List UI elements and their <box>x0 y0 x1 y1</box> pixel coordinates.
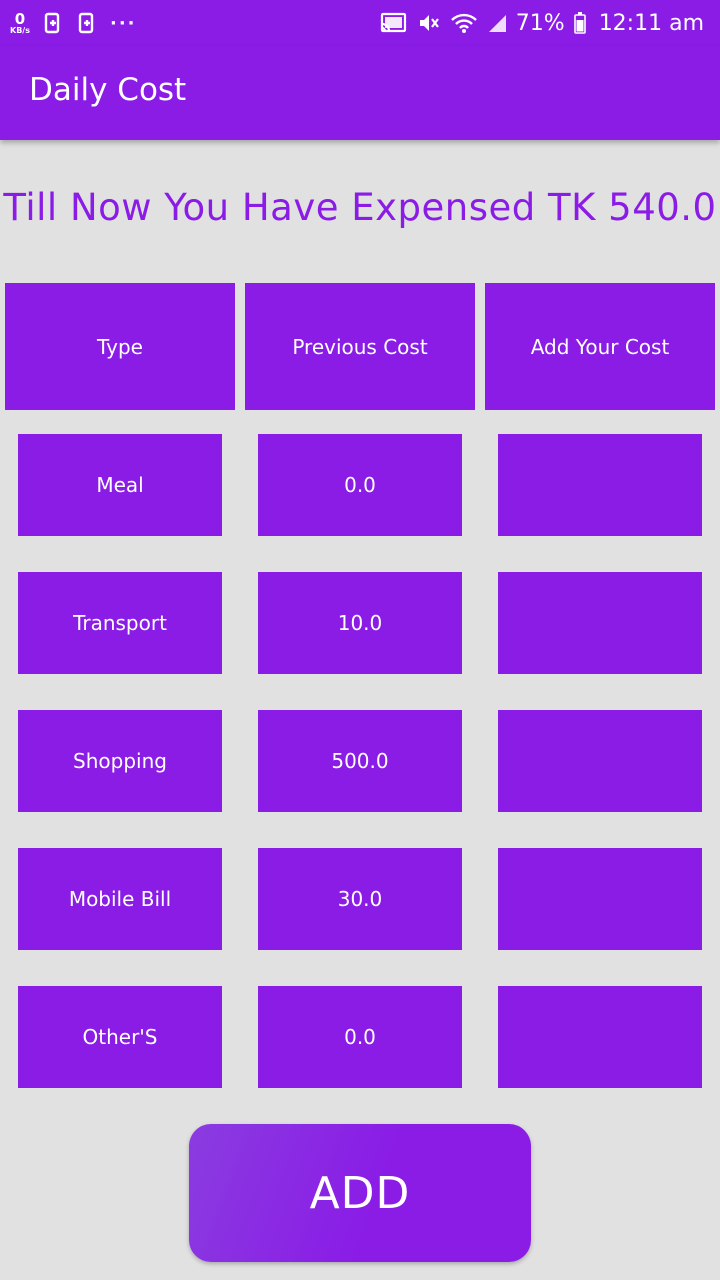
type-label-transport: Transport <box>18 572 222 674</box>
type-label-others: Other'S <box>18 986 222 1088</box>
add-cost-cell-meal <box>498 433 702 537</box>
previous-cost-meal: 0.0 <box>258 434 462 536</box>
more-notifications-icon: ··· <box>109 12 137 34</box>
battery-icon <box>573 12 587 34</box>
app-notification-icon <box>76 12 98 34</box>
header-add-your-cost: Add Your Cost <box>485 283 715 410</box>
add-button[interactable]: ADD <box>189 1124 531 1262</box>
wifi-icon <box>450 12 478 34</box>
add-cost-cell-others <box>498 985 702 1089</box>
type-label-meal: Meal <box>18 434 222 536</box>
add-cost-cell-mobile-bill <box>498 847 702 951</box>
status-bar: 0 KB/s ··· 71% 12:11 am <box>0 0 720 46</box>
add-cost-input-others[interactable] <box>498 985 702 1089</box>
status-bar-left: 0 KB/s ··· <box>10 6 137 40</box>
network-speed-value: 0 <box>14 9 26 28</box>
signal-icon <box>486 12 508 34</box>
app-notification-icon <box>42 12 64 34</box>
add-cost-input-mobile-bill[interactable] <box>498 847 702 951</box>
total-expense-headline: Till Now You Have Expensed TK 540.0 <box>3 186 717 229</box>
app-bar: Daily Cost <box>0 46 720 140</box>
app-title: Daily Cost <box>29 72 187 108</box>
add-cost-cell-shopping <box>498 709 702 813</box>
network-speed: 0 KB/s <box>10 9 30 35</box>
add-cost-input-transport[interactable] <box>498 571 702 675</box>
network-speed-unit: KB/s <box>10 25 30 35</box>
mute-icon <box>416 12 442 34</box>
type-label-shopping: Shopping <box>18 710 222 812</box>
add-cost-input-meal[interactable] <box>498 433 702 537</box>
status-bar-right: 71% 12:11 am <box>378 6 704 40</box>
add-cost-input-shopping[interactable] <box>498 709 702 813</box>
previous-cost-shopping: 500.0 <box>258 710 462 812</box>
battery-percent: 71% <box>515 10 565 36</box>
previous-cost-mobile-bill: 30.0 <box>258 848 462 950</box>
cast-icon <box>378 12 408 34</box>
type-label-mobile-bill: Mobile Bill <box>18 848 222 950</box>
status-clock: 12:11 am <box>598 10 704 36</box>
add-cost-cell-transport <box>498 571 702 675</box>
previous-cost-others: 0.0 <box>258 986 462 1088</box>
previous-cost-transport: 10.0 <box>258 572 462 674</box>
header-type: Type <box>5 283 235 410</box>
header-previous-cost: Previous Cost <box>245 283 475 410</box>
